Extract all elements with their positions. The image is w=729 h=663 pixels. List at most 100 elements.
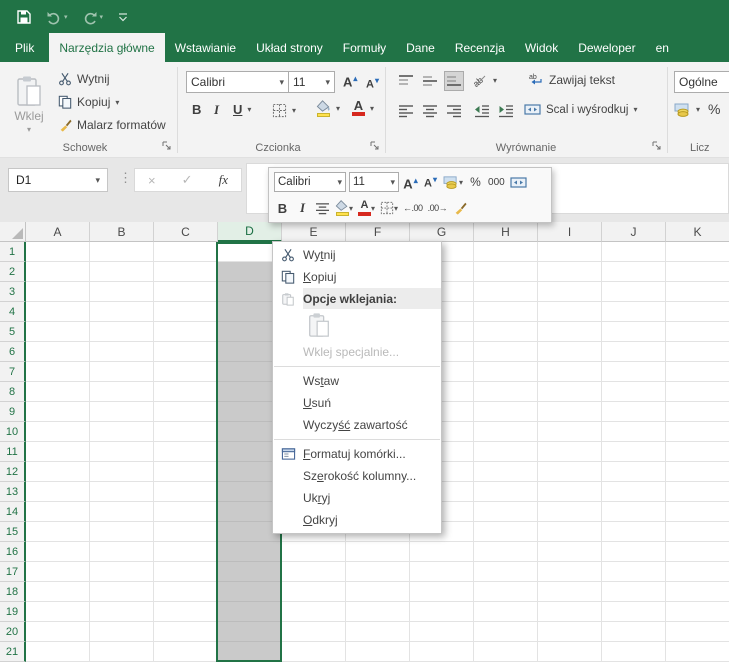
align-top-button[interactable]: [396, 71, 416, 91]
column-header-C[interactable]: C: [154, 222, 218, 242]
cell-A11[interactable]: [26, 442, 90, 462]
enter-button[interactable]: ✓: [182, 172, 193, 188]
cell-B3[interactable]: [90, 282, 154, 302]
row-header-6[interactable]: 6: [0, 342, 26, 362]
cell-I10[interactable]: [538, 422, 602, 442]
row-header-21[interactable]: 21: [0, 642, 26, 662]
font-color-caret-icon[interactable]: ▾: [370, 104, 374, 113]
row-header-5[interactable]: 5: [0, 322, 26, 342]
select-all-button[interactable]: [0, 222, 26, 242]
cell-F21[interactable]: [346, 642, 410, 662]
cell-F16[interactable]: [346, 542, 410, 562]
menu-item-wytnij[interactable]: Wytnij: [273, 244, 441, 266]
font-dialog-launcher[interactable]: [370, 141, 382, 153]
cell-H7[interactable]: [474, 362, 538, 382]
row-header-2[interactable]: 2: [0, 262, 26, 282]
row-header-20[interactable]: 20: [0, 622, 26, 642]
cell-J5[interactable]: [602, 322, 666, 342]
cell-I3[interactable]: [538, 282, 602, 302]
cell-H1[interactable]: [474, 242, 538, 262]
mini-bold-button[interactable]: B: [274, 198, 291, 218]
cell-J16[interactable]: [602, 542, 666, 562]
cell-I11[interactable]: [538, 442, 602, 462]
cell-H8[interactable]: [474, 382, 538, 402]
cell-B6[interactable]: [90, 342, 154, 362]
undo-caret-icon[interactable]: ▾: [64, 13, 68, 21]
menu-item-wstaw[interactable]: Wstaw: [273, 370, 441, 392]
tab-uklad-strony[interactable]: Układ strony: [246, 33, 333, 62]
shrink-font-button[interactable]: A▾: [366, 75, 379, 91]
orientation-button[interactable]: ab ▾: [472, 72, 497, 88]
customize-quick-access-button[interactable]: [113, 7, 133, 27]
cell-K21[interactable]: [666, 642, 729, 662]
cell-B15[interactable]: [90, 522, 154, 542]
cell-A19[interactable]: [26, 602, 90, 622]
mini-borders-button[interactable]: ▾: [379, 198, 399, 218]
cell-A16[interactable]: [26, 542, 90, 562]
cell-K1[interactable]: [666, 242, 729, 262]
cell-H3[interactable]: [474, 282, 538, 302]
column-header-A[interactable]: A: [26, 222, 90, 242]
cell-C5[interactable]: [154, 322, 218, 342]
cell-E20[interactable]: [282, 622, 346, 642]
cell-E19[interactable]: [282, 602, 346, 622]
menu-item-ukryj[interactable]: Ukryj: [273, 487, 441, 509]
cell-B17[interactable]: [90, 562, 154, 582]
cell-H17[interactable]: [474, 562, 538, 582]
mini-accounting-button[interactable]: ▾: [442, 172, 464, 192]
name-box[interactable]: D1 ▾: [8, 168, 108, 192]
cell-K11[interactable]: [666, 442, 729, 462]
cell-D20[interactable]: [218, 622, 282, 642]
cell-H15[interactable]: [474, 522, 538, 542]
copy-caret-icon[interactable]: ▾: [115, 98, 119, 107]
cell-C13[interactable]: [154, 482, 218, 502]
cell-C2[interactable]: [154, 262, 218, 282]
cell-A12[interactable]: [26, 462, 90, 482]
cell-A3[interactable]: [26, 282, 90, 302]
cell-A21[interactable]: [26, 642, 90, 662]
cell-I15[interactable]: [538, 522, 602, 542]
insert-function-button[interactable]: fx: [219, 172, 228, 188]
cell-D21[interactable]: [218, 642, 282, 662]
cell-J3[interactable]: [602, 282, 666, 302]
cell-J1[interactable]: [602, 242, 666, 262]
decrease-indent-button[interactable]: [472, 101, 492, 121]
font-name-combo[interactable]: Calibri ▾: [186, 71, 289, 93]
mini-font-name-combo[interactable]: Calibri ▾: [274, 172, 346, 192]
column-header-B[interactable]: B: [90, 222, 154, 242]
cell-K6[interactable]: [666, 342, 729, 362]
cell-K16[interactable]: [666, 542, 729, 562]
cell-I21[interactable]: [538, 642, 602, 662]
cell-H14[interactable]: [474, 502, 538, 522]
cell-F20[interactable]: [346, 622, 410, 642]
cell-C6[interactable]: [154, 342, 218, 362]
row-header-16[interactable]: 16: [0, 542, 26, 562]
cell-B20[interactable]: [90, 622, 154, 642]
cell-A14[interactable]: [26, 502, 90, 522]
tab-en[interactable]: en: [646, 33, 679, 62]
mini-grow-font-button[interactable]: A▴: [402, 172, 419, 192]
cell-C20[interactable]: [154, 622, 218, 642]
cell-C17[interactable]: [154, 562, 218, 582]
cell-B4[interactable]: [90, 302, 154, 322]
underline-caret-icon[interactable]: ▾: [247, 105, 251, 114]
cell-D16[interactable]: [218, 542, 282, 562]
mini-percent-button[interactable]: %: [467, 172, 484, 192]
merge-center-caret-icon[interactable]: ▾: [633, 105, 637, 114]
cell-K20[interactable]: [666, 622, 729, 642]
increase-indent-button[interactable]: [496, 101, 516, 121]
cell-H13[interactable]: [474, 482, 538, 502]
tab-formuly[interactable]: Formuły: [333, 33, 396, 62]
column-header-D[interactable]: D: [218, 222, 282, 242]
redo-button[interactable]: ▾: [78, 7, 108, 27]
cell-A6[interactable]: [26, 342, 90, 362]
cell-D19[interactable]: [218, 602, 282, 622]
align-center-button[interactable]: [420, 101, 440, 121]
cell-H19[interactable]: [474, 602, 538, 622]
cell-E21[interactable]: [282, 642, 346, 662]
cell-B16[interactable]: [90, 542, 154, 562]
cell-C18[interactable]: [154, 582, 218, 602]
row-header-3[interactable]: 3: [0, 282, 26, 302]
cell-J12[interactable]: [602, 462, 666, 482]
cell-A1[interactable]: [26, 242, 90, 262]
